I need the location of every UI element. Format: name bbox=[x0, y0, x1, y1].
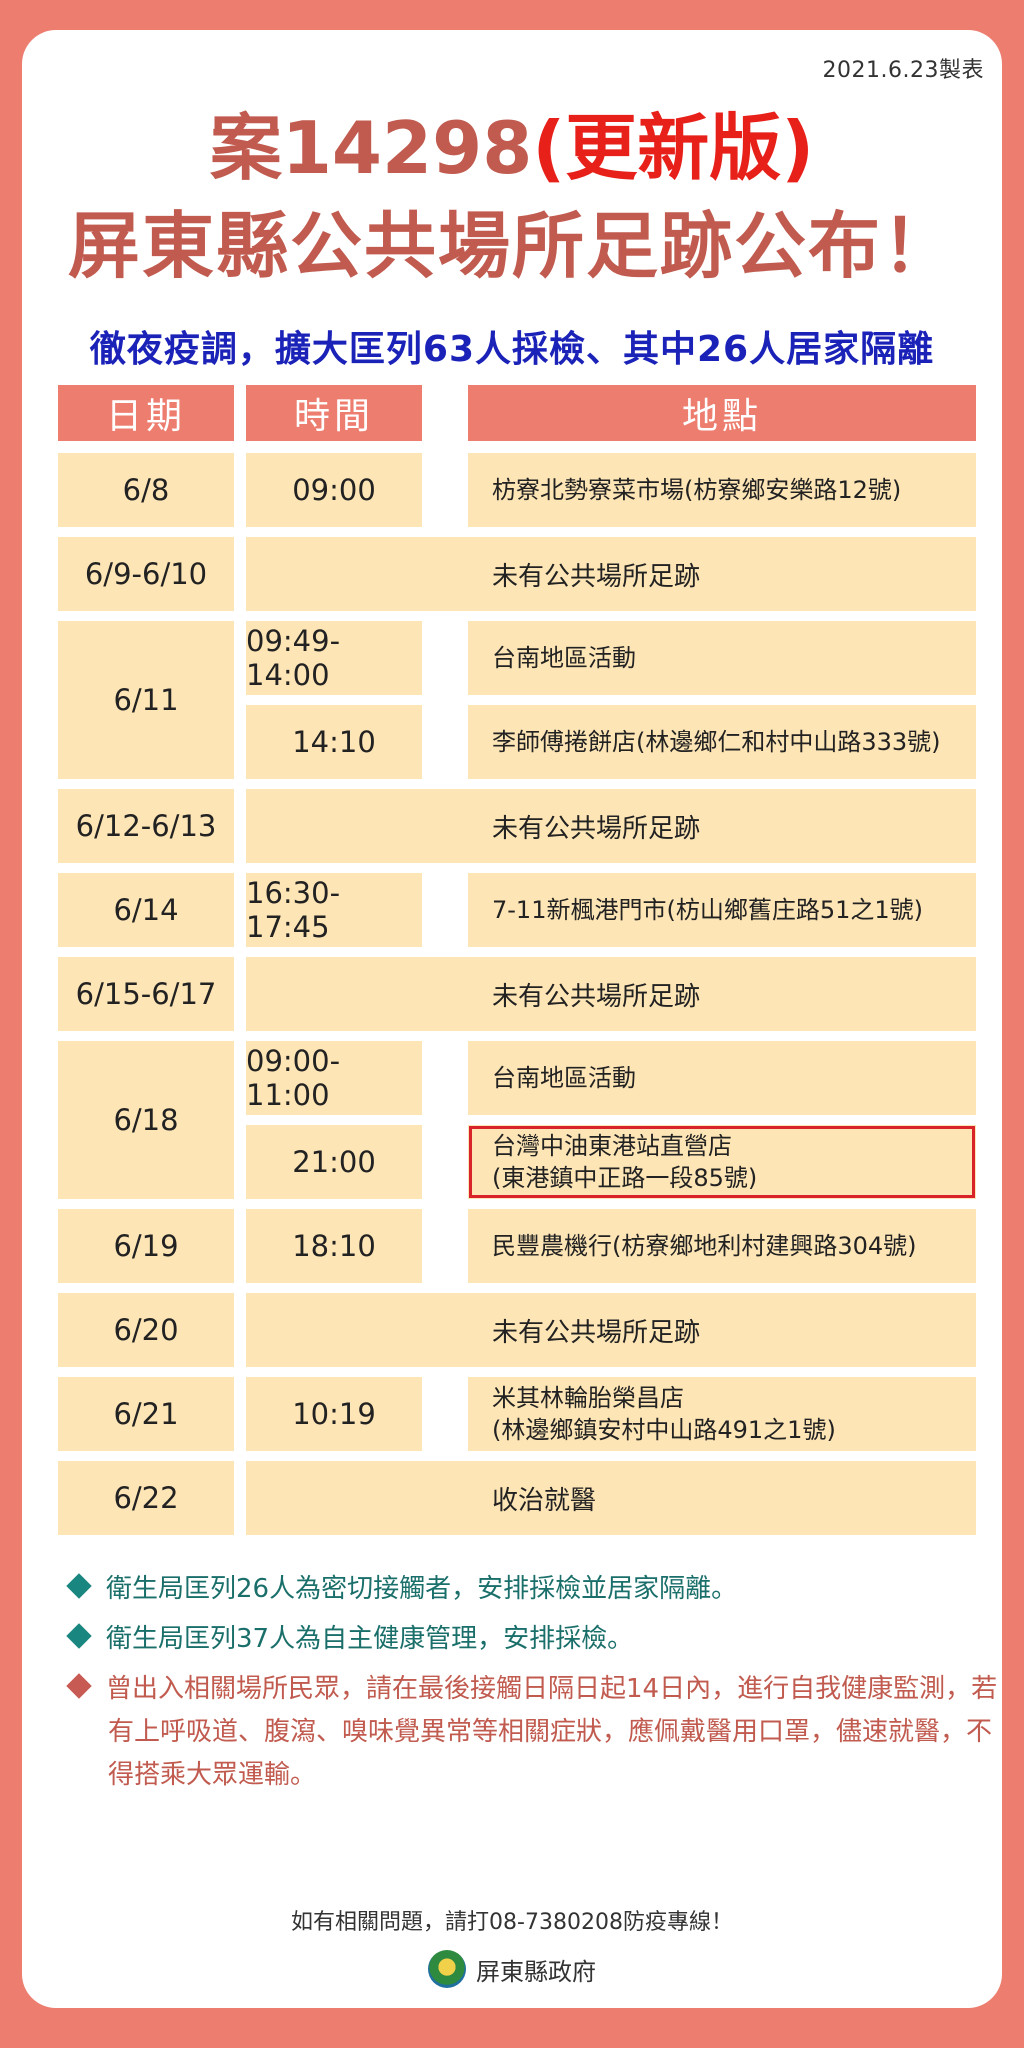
location-address: (東港鎮中正路一段85號) bbox=[492, 1164, 758, 1192]
row-note: 收治就醫 bbox=[246, 1461, 976, 1535]
update-tag: (更新版) bbox=[532, 106, 815, 190]
bullet-close-contacts: 衛生局匡列26人為密切接觸者，安排採檢並居家隔離。 bbox=[66, 1568, 970, 1611]
highlighted-location: 台灣中油東港站直營店 (東港鎮中正路一段85號) bbox=[468, 1125, 976, 1199]
row-note: 未有公共場所足跡 bbox=[246, 537, 976, 611]
bullet-text: 曾出入相關場所民眾，請在最後接觸日隔日起14日內，進行自我健康監測，若有上呼吸道… bbox=[106, 1674, 998, 1790]
location-name: 米其林輪胎榮昌店 bbox=[492, 1383, 684, 1412]
row-date: 6/12-6/13 bbox=[58, 789, 234, 863]
title-line-1: 案14298(更新版) bbox=[0, 112, 1024, 184]
bullet-public-advice: 曾出入相關場所民眾，請在最後接觸日隔日起14日內，進行自我健康監測，若有上呼吸道… bbox=[66, 1668, 1008, 1797]
diamond-bullet-icon bbox=[66, 1573, 92, 1599]
subtitle: 徹夜疫調，擴大匡列63人採檢、其中26人居家隔離 bbox=[89, 329, 935, 370]
row-date: 6/19 bbox=[58, 1209, 234, 1283]
row-date: 6/22 bbox=[58, 1461, 234, 1535]
row-location: 枋寮北勢寮菜市場(枋寮鄉安樂路12號) bbox=[468, 453, 976, 527]
row-time: 14:10 bbox=[246, 705, 422, 779]
row-time: 16:30-17:45 bbox=[246, 873, 422, 947]
header-date: 日期 bbox=[58, 385, 234, 441]
row-location: 李師傅捲餅店(林邊鄉仁和村中山路333號) bbox=[468, 705, 976, 779]
row-time: 21:00 bbox=[246, 1125, 422, 1199]
row-time: 18:10 bbox=[246, 1209, 422, 1283]
diamond-bullet-icon bbox=[66, 1623, 92, 1649]
hotline-note: 如有相關問題，請打08-7380208防疫專線！ bbox=[291, 1910, 733, 1935]
bullet-text: 衛生局匡列26人為密切接觸者，安排採檢並居家隔離。 bbox=[106, 1574, 738, 1604]
bullet-text: 衛生局匡列37人為自主健康管理，安排採檢。 bbox=[106, 1624, 634, 1654]
county-seal-icon bbox=[428, 1950, 466, 1988]
row-date: 6/21 bbox=[58, 1377, 234, 1451]
row-note: 未有公共場所足跡 bbox=[246, 957, 976, 1031]
row-date: 6/11 bbox=[58, 621, 234, 779]
row-location: 台南地區活動 bbox=[468, 1041, 976, 1115]
location-name: 台灣中油東港站直營店 bbox=[492, 1131, 732, 1160]
row-date: 6/20 bbox=[58, 1293, 234, 1367]
row-location: 民豐農機行(枋寮鄉地利村建興路304號) bbox=[468, 1209, 976, 1283]
row-location: 7-11新楓港門市(枋山鄉舊庄路51之1號) bbox=[468, 873, 976, 947]
location-address: (林邊鄉鎮安村中山路491之1號) bbox=[492, 1416, 836, 1444]
title-line-2: 屏東縣公共場所足跡公布！ bbox=[67, 204, 956, 288]
row-time: 09:00 bbox=[246, 453, 422, 527]
made-date: 2021.6.23製表 bbox=[822, 58, 984, 83]
bullet-self-monitoring: 衛生局匡列37人為自主健康管理，安排採檢。 bbox=[66, 1618, 970, 1661]
row-date: 6/15-6/17 bbox=[58, 957, 234, 1031]
footer-org: 屏東縣政府 bbox=[0, 1950, 1024, 1988]
row-note: 未有公共場所足跡 bbox=[246, 789, 976, 863]
row-date: 6/18 bbox=[58, 1041, 234, 1199]
header-time: 時間 bbox=[246, 385, 422, 441]
row-note: 未有公共場所足跡 bbox=[246, 1293, 976, 1367]
row-date: 6/14 bbox=[58, 873, 234, 947]
diamond-bullet-icon bbox=[66, 1673, 92, 1699]
row-time: 10:19 bbox=[246, 1377, 422, 1451]
row-date: 6/8 bbox=[58, 453, 234, 527]
case-number: 案14298 bbox=[209, 106, 533, 190]
row-time: 09:00-11:00 bbox=[246, 1041, 422, 1115]
row-time: 09:49-14:00 bbox=[246, 621, 422, 695]
row-location: 台南地區活動 bbox=[468, 621, 976, 695]
header-location: 地點 bbox=[468, 385, 976, 441]
org-name: 屏東縣政府 bbox=[476, 1957, 596, 1986]
row-location: 米其林輪胎榮昌店 (林邊鄉鎮安村中山路491之1號) bbox=[468, 1377, 976, 1451]
row-date: 6/9-6/10 bbox=[58, 537, 234, 611]
